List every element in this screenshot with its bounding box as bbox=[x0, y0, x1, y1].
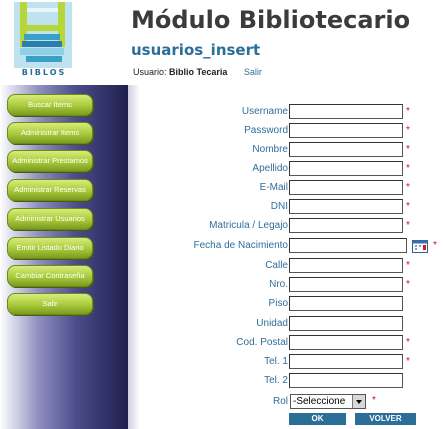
calle-label: Calle bbox=[265, 260, 288, 271]
dni-label: DNI bbox=[270, 201, 288, 212]
required-marker: * bbox=[406, 356, 410, 367]
tel2-label: Tel. 2 bbox=[264, 375, 288, 386]
sidebar-item-cambiar-contrasena[interactable]: Cambiar Contraseña bbox=[7, 265, 93, 287]
rol-selected-value: -Seleccione bbox=[293, 396, 346, 407]
matricula-input[interactable] bbox=[289, 218, 403, 233]
tel1-label: Tel. 1 bbox=[264, 356, 288, 367]
cod-postal-label: Cod. Postal bbox=[236, 337, 288, 348]
user-name: Biblio Tecaria bbox=[169, 67, 228, 77]
email-label: E-Mail bbox=[259, 182, 288, 193]
biblos-logo: BIBLOS bbox=[0, 0, 90, 84]
calendar-icon[interactable] bbox=[412, 239, 428, 253]
apellido-input[interactable] bbox=[289, 161, 403, 176]
tel2-input[interactable] bbox=[289, 373, 403, 388]
cod-postal-input[interactable] bbox=[289, 335, 403, 350]
nombre-label: Nombre bbox=[252, 144, 288, 155]
required-marker: * bbox=[406, 260, 410, 271]
email-input[interactable] bbox=[289, 180, 403, 195]
username-input[interactable] bbox=[289, 104, 403, 119]
sidebar-item-buscar-items[interactable]: Buscar Items bbox=[7, 94, 93, 116]
required-marker: * bbox=[406, 220, 410, 231]
user-info: Usuario: Biblio Tecaria Salir bbox=[133, 67, 262, 77]
required-marker: * bbox=[406, 337, 410, 348]
unidad-label: Unidad bbox=[256, 318, 288, 329]
required-marker: * bbox=[406, 125, 410, 136]
required-marker: * bbox=[406, 144, 410, 155]
required-marker: * bbox=[406, 163, 410, 174]
sidebar-item-administrar-reservas[interactable]: Administrar Reservas bbox=[7, 179, 93, 201]
password-label: Password bbox=[244, 125, 288, 136]
app-title: Módulo Bibliotecario bbox=[131, 6, 411, 34]
username-label: Username bbox=[241, 106, 288, 117]
matricula-label: Matricula / Legajo bbox=[209, 220, 288, 231]
required-marker: * bbox=[372, 395, 376, 406]
page-subtitle: usuarios_insert bbox=[131, 41, 261, 59]
sidebar-item-administrar-usuarios[interactable]: Administrar Usuarios bbox=[7, 208, 93, 230]
chevron-down-icon[interactable] bbox=[352, 395, 365, 408]
volver-button[interactable]: VOLVER bbox=[355, 413, 416, 425]
required-marker: * bbox=[406, 106, 410, 117]
nro-input[interactable] bbox=[289, 277, 403, 292]
piso-input[interactable] bbox=[289, 296, 403, 311]
user-label: Usuario: bbox=[133, 67, 167, 77]
required-marker: * bbox=[406, 201, 410, 212]
logout-link[interactable]: Salir bbox=[244, 67, 262, 77]
sidebar-item-administrar-items[interactable]: Administrar Items bbox=[7, 122, 93, 144]
fecha-nacimiento-input[interactable] bbox=[289, 238, 407, 253]
unidad-input[interactable] bbox=[289, 316, 403, 331]
nro-label: Nro. bbox=[269, 279, 288, 290]
logo-text: BIBLOS bbox=[21, 68, 67, 77]
sidebar-item-emitir-listado[interactable]: Emitir Listado Diario bbox=[7, 237, 93, 259]
sidebar: Buscar Items Administrar Items Administr… bbox=[0, 85, 140, 429]
sidebar-item-administrar-prestamos[interactable]: Administrar Prestamos bbox=[7, 150, 93, 172]
tel1-input[interactable] bbox=[289, 354, 403, 369]
fecha-nacimiento-label: Fecha de Nacimiento bbox=[193, 240, 289, 251]
sidebar-item-salir[interactable]: Salir bbox=[7, 293, 93, 315]
nombre-input[interactable] bbox=[289, 142, 403, 157]
dni-input[interactable] bbox=[289, 199, 403, 214]
piso-label: Piso bbox=[268, 298, 288, 309]
required-marker: * bbox=[406, 279, 410, 290]
required-marker: * bbox=[433, 240, 437, 251]
password-input[interactable] bbox=[289, 123, 403, 138]
apellido-label: Apellido bbox=[252, 163, 288, 174]
rol-select[interactable]: -Seleccione bbox=[290, 394, 366, 409]
calle-input[interactable] bbox=[289, 258, 403, 273]
ok-button[interactable]: OK bbox=[289, 413, 346, 425]
required-marker: * bbox=[406, 182, 410, 193]
rol-label: Rol bbox=[272, 396, 288, 407]
